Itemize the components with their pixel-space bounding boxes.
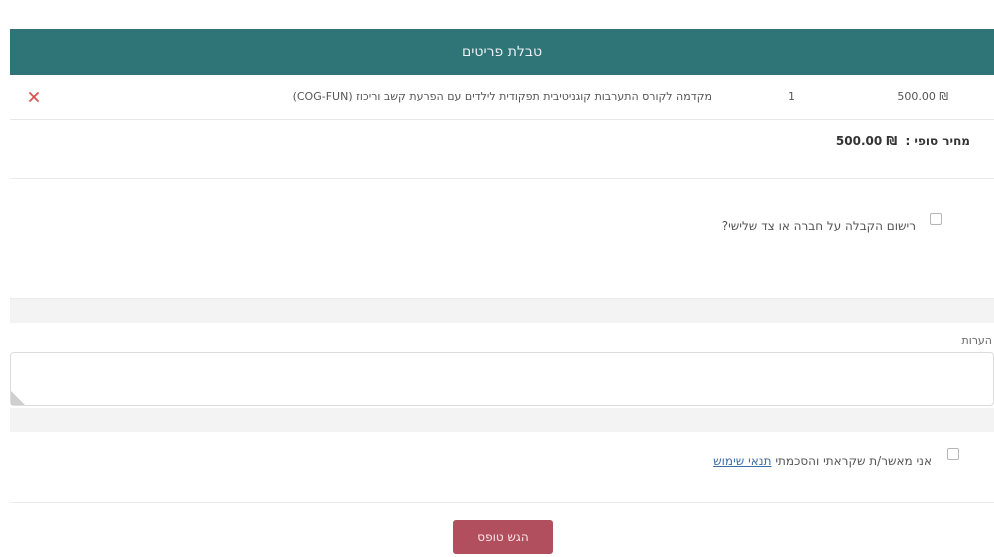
items-table-title: טבלת פריטים bbox=[461, 44, 543, 60]
divider bbox=[10, 502, 994, 503]
items-table-header: טבלת פריטים bbox=[10, 29, 994, 75]
product-name: מקדמה לקורס התערבות קוגניטיבית תפקודית ל… bbox=[292, 90, 712, 103]
terms-checkbox[interactable] bbox=[947, 448, 959, 460]
product-price: ₪ 500.00 bbox=[897, 90, 948, 103]
terms-consent-text: אני מאשר/ת שקראתי והסכמתי תנאי שימוש bbox=[713, 454, 932, 468]
section-band bbox=[10, 299, 994, 323]
total-price-label: מחיר סופי : bbox=[905, 134, 970, 148]
total-price-value: ₪ 500.00 bbox=[835, 134, 898, 148]
resize-grip-icon[interactable] bbox=[11, 391, 25, 405]
total-price: מחיר סופי : ₪ 500.00 bbox=[836, 134, 970, 148]
divider bbox=[10, 178, 994, 179]
table-row: מקדמה לקורס התערבות קוגניטיבית תפקודית ל… bbox=[10, 78, 994, 120]
submit-button[interactable]: הגש טופס bbox=[453, 520, 553, 554]
terms-label: אני מאשר/ת שקראתי והסכמתי bbox=[775, 454, 932, 468]
product-quantity: 1 bbox=[788, 90, 795, 103]
section-band bbox=[10, 408, 994, 432]
third-party-label: רישום הקבלה על חברה או צד שלישי? bbox=[721, 219, 916, 233]
notes-label: הערות bbox=[961, 334, 992, 347]
terms-link[interactable]: תנאי שימוש bbox=[713, 454, 771, 468]
order-form-page: טבלת פריטים מקדמה לקורס התערבות קוגניטיב… bbox=[0, 0, 994, 557]
notes-textarea[interactable] bbox=[10, 352, 994, 406]
third-party-checkbox[interactable] bbox=[930, 213, 942, 225]
close-x-icon[interactable] bbox=[26, 89, 42, 105]
